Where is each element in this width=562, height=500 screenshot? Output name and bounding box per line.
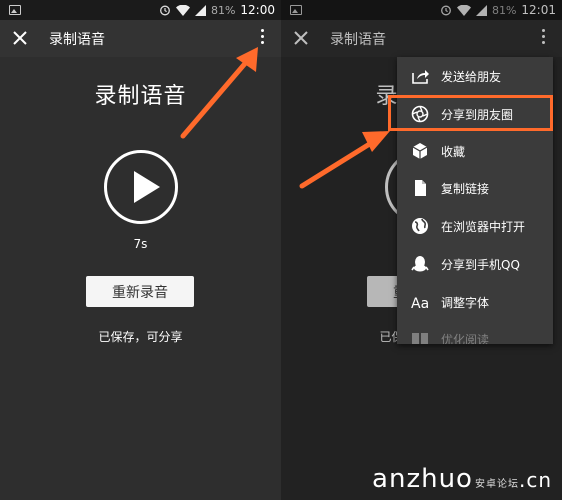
menu-item-label: 在浏览器中打开 bbox=[441, 220, 526, 234]
content: 录制语音 7s 重新录音 已保存，可分享 bbox=[0, 57, 281, 500]
toolbar-title: 录制语音 bbox=[49, 32, 105, 48]
qq-penguin-icon bbox=[411, 256, 429, 272]
more-options-icon[interactable] bbox=[259, 29, 265, 47]
book-icon bbox=[412, 333, 428, 344]
cube-favorite-icon bbox=[412, 143, 428, 159]
signal-icon bbox=[194, 4, 206, 16]
menu-item-adjust-font[interactable]: Aa 调整字体 bbox=[397, 283, 553, 320]
menu-item-optimize-reading[interactable]: 优化阅读 bbox=[397, 320, 553, 344]
menu-item-label: 发送给朋友 bbox=[441, 70, 502, 84]
menu-item-copy-link[interactable]: 复制链接 bbox=[397, 169, 553, 206]
wifi-icon bbox=[175, 4, 190, 16]
alarm-icon bbox=[160, 5, 170, 16]
screen-right: 81% 12:01 录制语音 录制语音 重新录音 已保存，可分享 发送给朋友 分… bbox=[281, 0, 562, 500]
clock-time: 12:00 bbox=[240, 3, 275, 17]
svg-text:Aa: Aa bbox=[411, 296, 429, 311]
image-notification-icon bbox=[9, 5, 21, 15]
screen-left: 81% 12:00 录制语音 录制语音 7s 重新录音 已保存，可分享 bbox=[0, 0, 281, 500]
play-button[interactable] bbox=[104, 150, 178, 224]
menu-item-label: 收藏 bbox=[441, 145, 466, 159]
globe-icon bbox=[412, 218, 428, 234]
watermark-tag: 安卓论坛 bbox=[474, 479, 519, 490]
menu-item-label: 优化阅读 bbox=[441, 333, 490, 344]
document-icon bbox=[415, 180, 426, 196]
rerecord-button[interactable]: 重新录音 bbox=[86, 276, 194, 307]
watermark-suffix: .cn bbox=[518, 468, 552, 492]
saved-status-text: 已保存，可分享 bbox=[98, 330, 183, 344]
menu-item-favorite[interactable]: 收藏 bbox=[397, 132, 553, 169]
menu-item-label: 调整字体 bbox=[441, 296, 490, 310]
toolbar: 录制语音 bbox=[0, 20, 281, 57]
watermark: anzhuo 安卓论坛.cn bbox=[372, 464, 552, 494]
menu-item-label: 分享到手机QQ bbox=[441, 258, 520, 272]
status-bar: 81% 12:00 bbox=[0, 0, 281, 20]
annotation-highlight-box bbox=[388, 95, 553, 131]
share-forward-icon bbox=[412, 70, 429, 84]
duration-label: 7s bbox=[133, 237, 148, 251]
page-title: 录制语音 bbox=[94, 84, 187, 109]
close-icon[interactable] bbox=[10, 28, 30, 48]
menu-item-label: 复制链接 bbox=[441, 182, 490, 196]
menu-item-open-in-browser[interactable]: 在浏览器中打开 bbox=[397, 207, 553, 244]
battery-percent: 81% bbox=[210, 3, 236, 17]
menu-item-share-qq[interactable]: 分享到手机QQ bbox=[397, 245, 553, 282]
watermark-brand: anzhuo bbox=[372, 464, 473, 494]
menu-item-send-to-friend[interactable]: 发送给朋友 bbox=[397, 57, 553, 94]
font-aa-icon: Aa bbox=[411, 296, 429, 311]
